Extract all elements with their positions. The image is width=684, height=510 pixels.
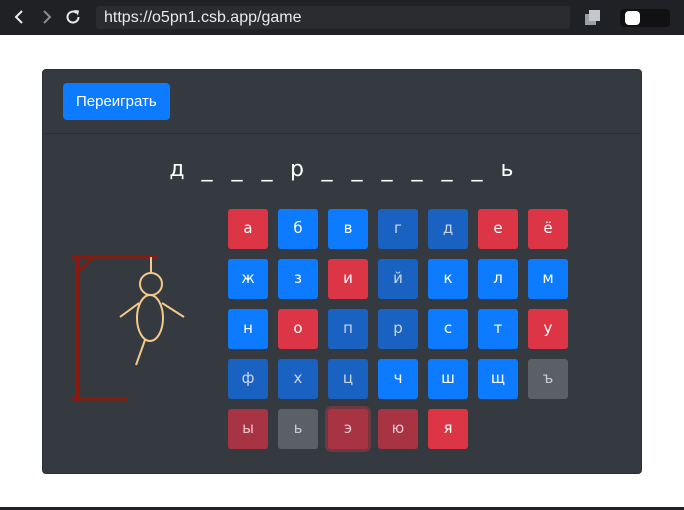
word-letter-slot: _ (381, 157, 393, 182)
letter-key[interactable]: ь (278, 409, 318, 449)
letter-key[interactable]: т (478, 309, 518, 349)
letter-key[interactable]: е (478, 209, 518, 249)
card-header: Переиграть (43, 70, 641, 134)
copy-icon (585, 10, 600, 25)
hangman-drawing (72, 255, 185, 401)
letter-key[interactable]: х (278, 359, 318, 399)
word-letter-slot: д (169, 157, 185, 182)
letter-key[interactable]: э (328, 409, 368, 449)
letter-key[interactable]: с (428, 309, 468, 349)
extension-button[interactable] (583, 8, 603, 28)
letter-key[interactable]: ф (228, 359, 268, 399)
browser-toolbar: https://o5pn1.csb.app/game (0, 0, 684, 35)
letter-key[interactable]: ш (428, 359, 468, 399)
word-letter-slot: _ (201, 157, 213, 182)
word-letter-slot: ь (500, 157, 514, 182)
gallows (72, 255, 158, 401)
game-card: Переиграть д _ _ _ р _ _ _ _ _ _ ь абвгдеёжзийклмно… (42, 69, 642, 474)
letter-key[interactable]: о (278, 309, 318, 349)
letter-key[interactable]: н (228, 309, 268, 349)
letter-key[interactable]: ы (228, 409, 268, 449)
letter-key[interactable]: ё (528, 209, 568, 249)
word-letter-slot: _ (231, 157, 243, 182)
letter-key[interactable]: у (528, 309, 568, 349)
letter-key[interactable]: ю (378, 409, 418, 449)
letter-key[interactable]: р (378, 309, 418, 349)
arrow-right-icon (43, 10, 52, 24)
word-letter-slot: _ (351, 157, 363, 182)
letter-key[interactable]: в (328, 209, 368, 249)
word-letter-slot: _ (471, 157, 483, 182)
hangman-figure (119, 257, 185, 366)
hidden-word: д _ _ _ р _ _ _ _ _ _ ь (43, 155, 641, 185)
address-bar[interactable]: https://o5pn1.csb.app/game (96, 6, 570, 29)
letter-key[interactable]: з (278, 259, 318, 299)
letter-key[interactable]: л (478, 259, 518, 299)
word-letter-slot: _ (441, 157, 453, 182)
letter-key[interactable]: й (378, 259, 418, 299)
letter-key[interactable]: б (278, 209, 318, 249)
back-button[interactable] (9, 6, 31, 28)
letter-key[interactable]: а (228, 209, 268, 249)
letter-key[interactable]: м (528, 259, 568, 299)
letter-key[interactable]: д (428, 209, 468, 249)
letter-key[interactable]: п (328, 309, 368, 349)
letter-key[interactable]: ъ (528, 359, 568, 399)
letter-key[interactable]: я (428, 409, 468, 449)
word-letter-slot: _ (321, 157, 333, 182)
letter-key[interactable]: щ (478, 359, 518, 399)
forward-button[interactable] (35, 6, 57, 28)
reload-button[interactable] (62, 6, 84, 28)
word-letter-slot: р (290, 157, 304, 182)
letter-key[interactable]: ч (378, 359, 418, 399)
toggle-knob (625, 11, 640, 25)
letter-key[interactable]: ж (228, 259, 268, 299)
letter-key[interactable]: и (328, 259, 368, 299)
replay-button[interactable]: Переиграть (63, 83, 170, 120)
word-letter-slot: _ (411, 157, 423, 182)
word-letter-slot: _ (261, 157, 273, 182)
reload-icon (66, 10, 80, 24)
arrow-left-icon (14, 10, 23, 24)
letter-key[interactable]: ц (328, 359, 368, 399)
theme-toggle[interactable] (620, 9, 670, 27)
letter-key[interactable]: г (378, 209, 418, 249)
letter-key[interactable]: к (428, 259, 468, 299)
